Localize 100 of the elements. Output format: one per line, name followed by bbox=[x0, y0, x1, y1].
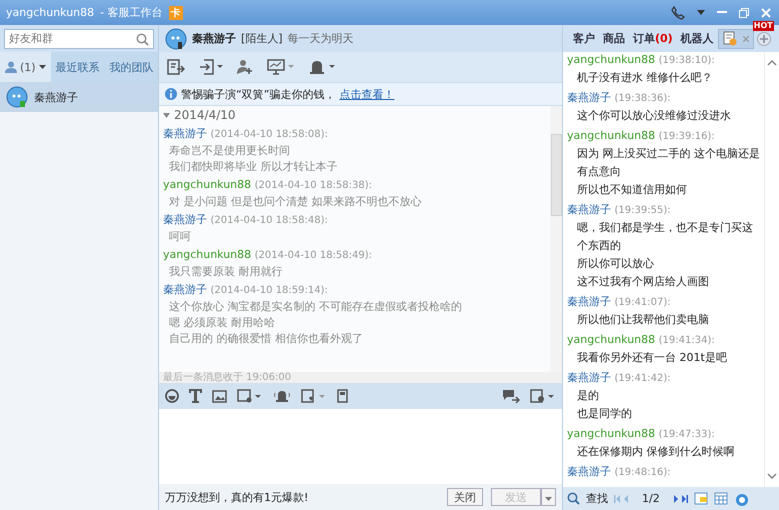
message-time: (19:39:55): bbox=[614, 205, 671, 216]
sender-name: yangchunkun88 bbox=[163, 248, 252, 261]
caret-icon bbox=[545, 496, 552, 500]
message-text: 这不过我有个网店给人画图 bbox=[576, 274, 710, 290]
contact-tag: [陌生人] bbox=[241, 31, 283, 46]
scrollbar[interactable] bbox=[550, 106, 562, 372]
font-icon[interactable] bbox=[189, 389, 202, 403]
info-icon bbox=[165, 88, 177, 100]
message-text: 我只需要原装 耐用就行 bbox=[168, 264, 284, 280]
contacts-tab[interactable]: (1) bbox=[0, 52, 51, 82]
message-time: (2014-04-10 18:58:38): bbox=[254, 180, 372, 191]
message-time: (19:39:16): bbox=[658, 131, 715, 142]
window-title: - 客服工作台 bbox=[100, 5, 163, 20]
message-text: 机子没有进水 维修什么吧？ bbox=[576, 70, 714, 86]
sender-name: 秦燕游子 bbox=[567, 295, 611, 308]
message-text: 这个你可以放心没维修过没进水 bbox=[576, 108, 732, 124]
scroll-up-icon[interactable] bbox=[767, 60, 777, 66]
message-time: (19:41:07): bbox=[614, 297, 671, 308]
message-text: 嗯 必须原装 耐用哈哈 bbox=[168, 315, 276, 331]
message-time: (19:38:36): bbox=[614, 93, 671, 104]
message-time: (19:38:10): bbox=[658, 55, 715, 66]
collapse-icon[interactable] bbox=[163, 112, 170, 118]
add-person-icon[interactable] bbox=[237, 59, 253, 75]
sender-name: 秦燕游子 bbox=[163, 213, 207, 226]
edit-arrow-icon[interactable] bbox=[167, 59, 185, 75]
message-time: (2014-04-10 18:58:08): bbox=[210, 129, 328, 140]
message-text: 自己用的 的确很爱惜 相信你也看外观了 bbox=[168, 331, 364, 347]
page-indicator: 1/2 bbox=[642, 492, 660, 505]
message-time: (2014-04-10 18:58:49): bbox=[254, 250, 372, 261]
chat-forward-icon[interactable] bbox=[502, 389, 520, 403]
panel-tab[interactable]: 客户 bbox=[569, 31, 599, 46]
avatar-icon bbox=[165, 28, 187, 50]
bell-icon[interactable] bbox=[273, 389, 291, 403]
message-time: (19:41:42): bbox=[614, 373, 671, 384]
last-received-text: 最后一条消息收于 19:06:00 bbox=[163, 372, 292, 383]
close-button[interactable]: 关闭 bbox=[447, 488, 483, 506]
search-icon[interactable] bbox=[567, 492, 580, 505]
screenshot-icon[interactable] bbox=[237, 389, 263, 403]
document-heart-icon[interactable] bbox=[301, 389, 327, 403]
message-text: 嗯，我们都是学生，也不是专门买这个东西的 bbox=[576, 220, 754, 254]
phone-icon[interactable] bbox=[671, 6, 685, 20]
sender-name: 秦燕游子 bbox=[567, 91, 611, 104]
message-text: 呵呵 bbox=[168, 229, 192, 245]
message-text: 因为 网上没买过二手的 这个电脑还是有点意向 bbox=[576, 146, 760, 180]
message-time: (19:48:16): bbox=[614, 467, 671, 478]
panel-tab[interactable]: 商品 bbox=[599, 31, 629, 46]
avatar-icon bbox=[6, 86, 28, 108]
message-time: (19:41:34): bbox=[658, 335, 715, 346]
contact-item[interactable]: 秦燕游子 bbox=[0, 82, 158, 112]
calculator-icon[interactable] bbox=[337, 389, 348, 403]
search-field[interactable]: 好友和群 bbox=[4, 28, 154, 48]
notice-link[interactable]: 点击查看！ bbox=[339, 86, 394, 102]
message-time: (2014-04-10 18:59:14): bbox=[210, 285, 328, 296]
contact-signature: 每一天为明天 bbox=[288, 31, 354, 46]
image-icon[interactable] bbox=[212, 390, 227, 402]
sidebar-tab[interactable]: 我的团队 bbox=[104, 52, 159, 82]
note-icon[interactable] bbox=[694, 492, 708, 505]
settings-document-icon[interactable] bbox=[530, 389, 556, 403]
message-text: 是的 bbox=[576, 388, 600, 404]
sidebar-tab[interactable]: 最近联系 bbox=[50, 52, 105, 82]
scroll-down-icon[interactable] bbox=[767, 473, 777, 479]
sender-name: 秦燕游子 bbox=[567, 371, 611, 384]
last-page-icon[interactable] bbox=[672, 494, 688, 502]
file-import-icon[interactable] bbox=[199, 59, 223, 75]
app-badge: 卡 bbox=[168, 6, 183, 20]
message-time: (2014-04-10 18:58:48): bbox=[210, 215, 328, 226]
message-text: 所以你可以放心 bbox=[576, 256, 655, 272]
sender-name: yangchunkun88 bbox=[567, 129, 656, 142]
sender-name: 秦燕游子 bbox=[163, 283, 207, 296]
sender-name: 秦燕游子 bbox=[567, 203, 611, 216]
search-icon bbox=[136, 32, 149, 46]
message-text: 寿命岂不是使用更长时间 bbox=[168, 143, 291, 159]
minimize-icon[interactable] bbox=[717, 11, 727, 14]
send-options-button[interactable] bbox=[541, 488, 556, 506]
caret-icon[interactable] bbox=[697, 10, 705, 15]
message-time: (19:47:33): bbox=[658, 429, 715, 440]
monitor-icon[interactable] bbox=[267, 59, 295, 75]
window-user: yangchunkun88 bbox=[6, 6, 94, 19]
panel-tab[interactable]: 机器人 bbox=[676, 31, 718, 46]
add-icon[interactable] bbox=[756, 32, 771, 46]
message-text: 对 是小问题 但是也问个清楚 如果来路不明也不放心 bbox=[168, 194, 422, 210]
cloud-icon[interactable] bbox=[734, 492, 750, 506]
message-text: 所以也不知道信用如何 bbox=[576, 182, 688, 198]
message-text: 还在保修期内 保修到什么时候啊 bbox=[576, 444, 736, 460]
message-text: 所以他们让我帮他们卖电脑 bbox=[576, 312, 710, 328]
notes-tab[interactable] bbox=[718, 28, 754, 48]
sender-name: yangchunkun88 bbox=[163, 178, 252, 191]
restore-icon[interactable] bbox=[739, 8, 749, 18]
smiley-icon[interactable] bbox=[165, 389, 179, 403]
note-clock-icon bbox=[722, 31, 737, 46]
panel-tab[interactable]: 订单(0) bbox=[629, 31, 677, 46]
message-text: 我们都快即将毕业 所以才转让本子 bbox=[168, 159, 338, 175]
contact-name: 秦燕游子 bbox=[192, 31, 236, 46]
promo-text[interactable]: 万万没想到，真的有1元爆款! bbox=[165, 490, 308, 504]
sender-name: yangchunkun88 bbox=[567, 53, 656, 66]
find-label[interactable]: 查找 bbox=[586, 491, 608, 506]
notice-text: 警惕骗子演“双簧”骗走你的钱， bbox=[181, 86, 336, 102]
sender-name: yangchunkun88 bbox=[567, 333, 656, 346]
alarm-icon[interactable] bbox=[309, 59, 335, 75]
calendar-icon[interactable] bbox=[714, 492, 728, 505]
